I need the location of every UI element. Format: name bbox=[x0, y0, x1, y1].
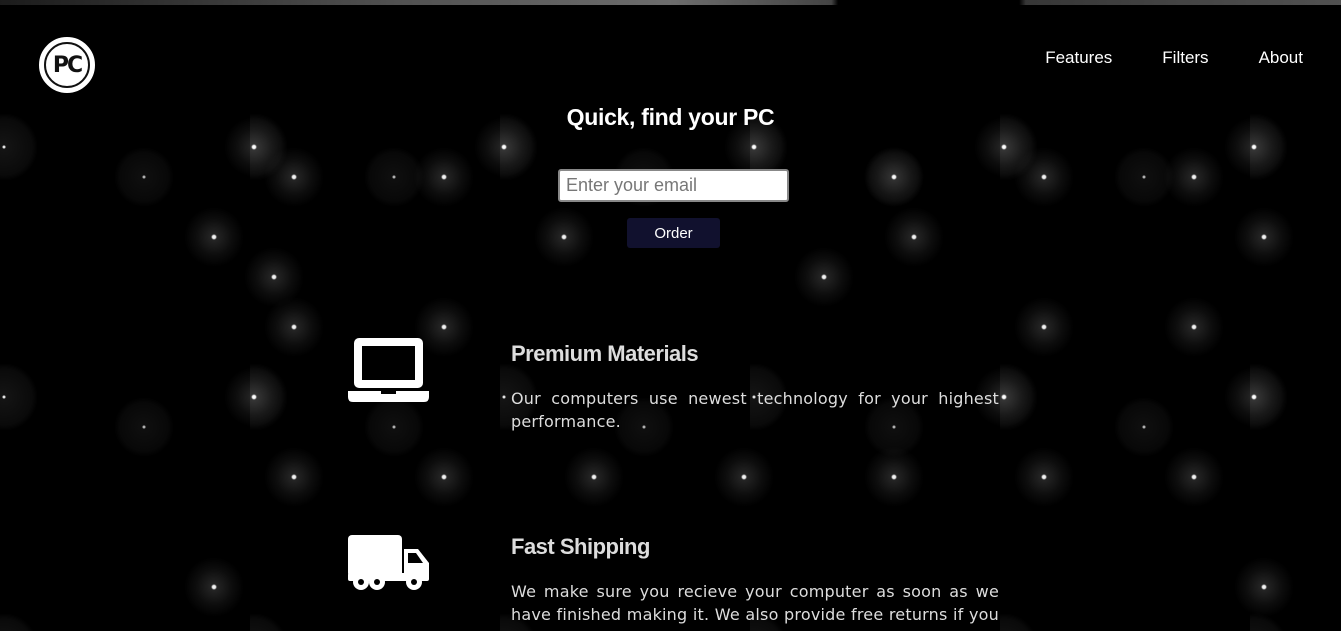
star-decoration bbox=[414, 447, 474, 507]
star-decoration bbox=[1014, 147, 1074, 207]
star-decoration bbox=[714, 447, 774, 507]
star-decoration bbox=[1014, 447, 1074, 507]
email-input[interactable] bbox=[558, 169, 789, 202]
star-decoration bbox=[184, 207, 244, 267]
page: PC Features Filters About Quick, find yo… bbox=[0, 0, 1341, 631]
star-decoration bbox=[264, 147, 324, 207]
nav-link-features[interactable]: Features bbox=[1045, 48, 1112, 68]
hero-title: Quick, find your PC bbox=[566, 104, 775, 130]
feature-title-premium: Premium Materials bbox=[511, 341, 699, 366]
star-decoration bbox=[864, 447, 924, 507]
star-decoration bbox=[864, 147, 924, 207]
truck-icon bbox=[348, 535, 429, 590]
star-decoration bbox=[1164, 447, 1224, 507]
star-decoration bbox=[184, 557, 244, 617]
star-decoration bbox=[534, 207, 594, 267]
star-decoration bbox=[1014, 297, 1074, 357]
star-decoration bbox=[244, 247, 304, 307]
star-decoration bbox=[1234, 557, 1294, 617]
laptop-icon bbox=[348, 338, 429, 402]
main-nav: Features Filters About bbox=[1045, 48, 1303, 68]
logo[interactable]: PC bbox=[39, 37, 95, 93]
star-decoration bbox=[1224, 367, 1284, 427]
nav-link-about[interactable]: About bbox=[1259, 48, 1303, 68]
star-decoration bbox=[414, 147, 474, 207]
star-decoration bbox=[264, 447, 324, 507]
star-decoration bbox=[1164, 297, 1224, 357]
star-decoration bbox=[884, 207, 944, 267]
logo-mark: PC bbox=[44, 42, 90, 88]
star-decoration bbox=[224, 367, 284, 427]
star-decoration bbox=[264, 297, 324, 357]
order-button[interactable]: Order bbox=[627, 218, 720, 248]
top-border bbox=[0, 0, 1341, 5]
star-decoration bbox=[564, 447, 624, 507]
star-decoration bbox=[1164, 147, 1224, 207]
nav-link-filters[interactable]: Filters bbox=[1162, 48, 1208, 68]
feature-title-shipping: Fast Shipping bbox=[511, 534, 650, 559]
star-decoration bbox=[1234, 207, 1294, 267]
feature-desc-premium: Our computers use newest technology for … bbox=[511, 389, 999, 431]
feature-desc-shipping: We make sure you recieve your computer a… bbox=[511, 582, 999, 631]
star-decoration bbox=[794, 247, 854, 307]
